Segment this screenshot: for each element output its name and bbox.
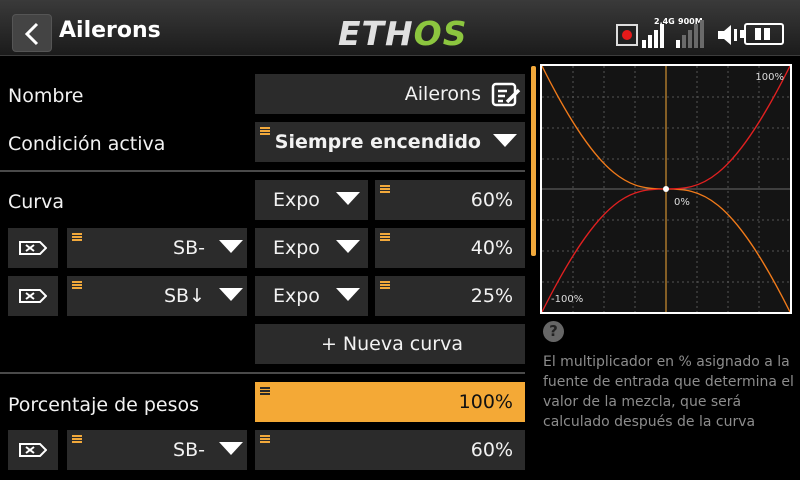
divider — [0, 170, 525, 172]
assign-marker-icon — [72, 281, 82, 289]
new-curve-button[interactable]: + Nueva curva — [255, 324, 525, 364]
divider — [0, 372, 525, 374]
delete-weight-button[interactable] — [8, 430, 58, 470]
dropdown-arrow-icon — [336, 288, 360, 301]
graph-min-label: -100% — [551, 294, 584, 305]
page-title: Ailerons — [59, 18, 161, 43]
assign-marker-icon — [380, 233, 390, 241]
curve-type-dropdown[interactable]: Expo — [255, 228, 368, 268]
ethos-logo: ETHOS — [338, 14, 468, 53]
assign-marker-icon — [72, 233, 82, 241]
graph-center-label: 0% — [674, 197, 690, 208]
edit-icon — [491, 82, 521, 107]
curve-graph-svg — [542, 66, 790, 312]
curve-type-dropdown[interactable]: Expo — [255, 180, 368, 220]
chevron-left-icon — [24, 22, 39, 46]
signal-900m-icon: 900M — [676, 17, 706, 48]
curve-value-field[interactable]: 40% — [375, 228, 525, 268]
backspace-icon — [19, 443, 47, 457]
assign-marker-icon — [380, 185, 390, 193]
record-icon — [616, 24, 638, 46]
assign-marker-icon — [260, 387, 270, 395]
curve-value-field[interactable]: 25% — [375, 276, 525, 316]
weight-label: Porcentaje de pesos — [8, 394, 200, 416]
battery-icon — [740, 23, 784, 45]
signal-2g4-icon: 2.4G — [642, 17, 675, 48]
weight-switch-dropdown[interactable]: SB- — [67, 430, 247, 470]
speaker-icon — [718, 25, 737, 45]
assign-marker-icon — [72, 435, 82, 443]
condition-dropdown[interactable]: Siempre encendido — [255, 122, 525, 162]
dropdown-arrow-icon — [336, 240, 360, 253]
back-button[interactable] — [12, 14, 52, 52]
weight-field[interactable]: 100% — [255, 382, 525, 422]
help-text: El multiplicador en % asignado a la fuen… — [543, 354, 794, 430]
assign-marker-icon — [380, 281, 390, 289]
dropdown-arrow-icon — [336, 192, 360, 205]
weight-value-field[interactable]: 60% — [255, 430, 525, 470]
scrollbar[interactable] — [531, 66, 536, 256]
dropdown-arrow-icon — [219, 288, 243, 301]
header-bar: Ailerons ETHOS 2.4G 900M — [0, 0, 800, 56]
graph-max-label: 100% — [755, 72, 784, 83]
delete-curve-button[interactable] — [8, 276, 58, 316]
curve-type-dropdown[interactable]: Expo — [255, 276, 368, 316]
dropdown-arrow-icon — [219, 240, 243, 253]
name-field[interactable]: Ailerons — [255, 74, 525, 114]
curve-value-field[interactable]: 60% — [375, 180, 525, 220]
assign-marker-icon — [260, 127, 270, 135]
curve-switch-dropdown[interactable]: SB↓ — [67, 276, 247, 316]
dropdown-arrow-icon — [493, 134, 517, 147]
help-icon[interactable]: ? — [543, 321, 564, 342]
assign-marker-icon — [260, 435, 270, 443]
delete-curve-button[interactable] — [8, 228, 58, 268]
backspace-icon — [19, 241, 47, 255]
dropdown-arrow-icon — [219, 442, 243, 455]
name-label: Nombre — [8, 85, 84, 107]
curve-graph: 100% 0% -100% — [540, 64, 792, 314]
condition-label: Condición activa — [8, 133, 166, 155]
curve-switch-dropdown[interactable]: SB- — [67, 228, 247, 268]
curve-label: Curva — [8, 191, 65, 213]
backspace-icon — [19, 289, 47, 303]
